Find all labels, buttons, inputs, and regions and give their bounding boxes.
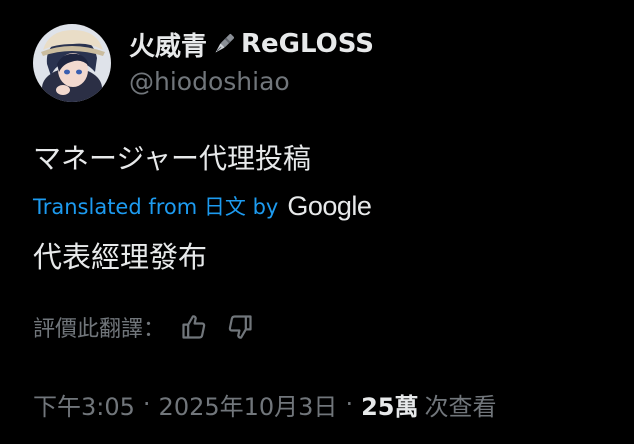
rate-translation: 評價此翻譯： bbox=[33, 309, 257, 345]
thumbs-up-button[interactable] bbox=[177, 310, 211, 344]
user-handle[interactable]: @hiodoshiao bbox=[129, 67, 290, 96]
thumbs-down-button[interactable] bbox=[223, 310, 257, 344]
avatar[interactable] bbox=[33, 24, 111, 102]
fountain-pen-icon bbox=[209, 29, 239, 59]
views-label: 次查看 bbox=[424, 392, 497, 421]
post-time[interactable]: 下午3:05 bbox=[33, 387, 135, 422]
display-name[interactable]: 火威青 ReGLOSS bbox=[129, 26, 374, 62]
translation-attribution: Translated from 日文 by Google bbox=[33, 188, 372, 224]
display-name-prefix: 火威青 bbox=[129, 31, 208, 62]
google-logo: Google bbox=[287, 190, 372, 221]
views-count: 25萬 bbox=[361, 392, 419, 421]
post-date[interactable]: 2025年10月3日 bbox=[159, 387, 338, 422]
avatar-image bbox=[33, 24, 111, 102]
display-name-suffix: ReGLOSS bbox=[241, 29, 375, 59]
translated-post-text: 代表經理發布 bbox=[33, 240, 208, 274]
thumbs-down-icon bbox=[228, 315, 252, 339]
separator: · bbox=[142, 390, 151, 418]
thumbs-up-icon bbox=[182, 315, 206, 339]
post-text: マネージャー代理投稿 bbox=[33, 142, 312, 175]
rate-translation-label: 評價此翻譯： bbox=[33, 317, 166, 342]
separator: · bbox=[345, 390, 354, 418]
translation-source-link[interactable]: Translated from 日文 by bbox=[33, 191, 278, 221]
post-metadata: 下午3:05 · 2025年10月3日 · 25萬 次查看 bbox=[33, 386, 496, 422]
